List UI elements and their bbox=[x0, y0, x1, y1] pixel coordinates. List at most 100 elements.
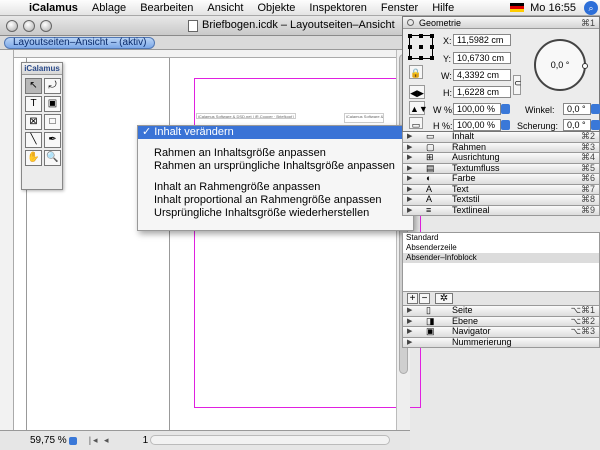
page-nav-arrows-icon[interactable]: |◂ ◂ bbox=[89, 435, 111, 446]
add-style-button[interactable]: + bbox=[407, 293, 418, 304]
vertical-ruler[interactable] bbox=[0, 50, 14, 430]
shear-dropdown-icon[interactable] bbox=[591, 120, 600, 130]
disclosure-triangle-icon[interactable]: ▶ bbox=[407, 164, 412, 173]
horizontal-ruler[interactable] bbox=[14, 50, 396, 58]
pen-tool-icon[interactable]: ✒ bbox=[44, 132, 61, 148]
scale-height-dropdown-icon[interactable] bbox=[501, 120, 510, 130]
inspector-palette-list: ▶ ▭ Inhalt ⌘2 ▶ ▢ Rahmen ⌘3 ▶ ⊞ Ausrichtung ⌘4 ▶ ▤ Tex… bbox=[402, 132, 600, 216]
horizontal-scrollbar[interactable] bbox=[150, 435, 390, 445]
menu-hilfe[interactable]: Hilfe bbox=[425, 2, 461, 14]
scale-width-dropdown-icon[interactable] bbox=[501, 104, 510, 114]
disclosure-triangle-icon[interactable]: ▶ bbox=[407, 306, 412, 315]
popup-menu-item[interactable]: Inhalt an Rahmengröße anpassen bbox=[138, 181, 413, 194]
x-position-input[interactable]: 11,5982 cm bbox=[453, 34, 511, 46]
dial-handle-icon[interactable] bbox=[582, 63, 588, 69]
minimize-window-button[interactable] bbox=[23, 20, 35, 32]
palette-row-nummerierung[interactable]: ▶ Nummerierung bbox=[402, 337, 600, 348]
geometry-palette-title[interactable]: Geometrie ⌘1 bbox=[403, 17, 599, 29]
zoom-tool-icon[interactable]: 🔍 bbox=[44, 150, 61, 166]
angle-dropdown-icon[interactable] bbox=[591, 104, 600, 114]
proportion-menu-icon[interactable]: ▭ bbox=[409, 117, 423, 130]
palette-row-ausrichtung[interactable]: ▶ ⊞ Ausrichtung ⌘4 bbox=[402, 153, 600, 164]
remove-style-button[interactable]: − bbox=[419, 293, 430, 304]
tool-palette-title[interactable]: iCalamus bbox=[22, 63, 62, 75]
palette-name: Textstil bbox=[452, 194, 480, 204]
disclosure-triangle-icon[interactable]: ▶ bbox=[407, 317, 412, 326]
lock-icon[interactable]: 🔒 bbox=[409, 65, 423, 79]
scale-height-input[interactable]: 100,00 % bbox=[453, 119, 501, 131]
palette-row-inhalt[interactable]: ▶ ▭ Inhalt ⌘2 bbox=[402, 132, 600, 143]
palette-shortcut: ⌘3 bbox=[580, 141, 595, 152]
menu-inspektoren[interactable]: Inspektoren bbox=[302, 2, 373, 14]
menu-app-name[interactable]: iCalamus bbox=[22, 2, 85, 14]
popup-menu-item[interactable]: Rahmen an ursprüngliche Inhaltsgröße anp… bbox=[138, 160, 413, 173]
rect-tool-icon[interactable]: □ bbox=[44, 114, 61, 130]
menu-bearbeiten[interactable]: Bearbeiten bbox=[133, 2, 200, 14]
menu-fenster[interactable]: Fenster bbox=[374, 2, 425, 14]
style-list-item[interactable]: Absenderzeile bbox=[403, 243, 599, 253]
disclosure-triangle-icon[interactable]: ▶ bbox=[407, 143, 412, 152]
y-position-input[interactable]: 10,6730 cm bbox=[453, 52, 511, 64]
frame-tool-icon[interactable]: ⊠ bbox=[25, 114, 42, 130]
palette-row-navigator[interactable]: ▶ ▣ Navigator ⌥⌘3 bbox=[402, 327, 600, 338]
height-input[interactable]: 1,6228 cm bbox=[453, 86, 511, 98]
disclosure-triangle-icon[interactable]: ▶ bbox=[407, 132, 412, 141]
zoom-field[interactable]: 59,75 % bbox=[30, 435, 67, 446]
popup-menu-item[interactable]: Rahmen an Inhaltsgröße anpassen bbox=[138, 147, 413, 160]
letterhead-text-frame[interactable]: iCalamus Software & DSD.net | iR.Cooper … bbox=[196, 113, 296, 119]
style-list-item[interactable]: Standard bbox=[403, 233, 599, 243]
disclosure-triangle-icon[interactable]: ▶ bbox=[407, 195, 412, 204]
flip-horizontal-icon[interactable]: ◀▶ bbox=[409, 85, 425, 99]
disclosure-triangle-icon[interactable]: ▶ bbox=[407, 338, 412, 347]
close-palette-button[interactable] bbox=[407, 19, 414, 26]
popup-menu-item[interactable]: ✓ Inhalt verändern bbox=[138, 126, 413, 139]
style-list-item[interactable]: Absender–Infoblock bbox=[403, 253, 599, 263]
input-language-flag-icon[interactable] bbox=[510, 3, 525, 12]
page-number[interactable]: 1 bbox=[143, 435, 149, 446]
popup-menu-item[interactable]: Inhalt proportional an Rahmengröße anpas… bbox=[138, 194, 413, 207]
rotate-tool-icon[interactable]: ⤾ bbox=[44, 78, 61, 94]
line-tool-icon[interactable]: ╲ bbox=[25, 132, 42, 148]
shear-input[interactable]: 0,0 ° bbox=[563, 119, 591, 131]
scale-width-input[interactable]: 100,00 % bbox=[453, 103, 501, 115]
arrow-tool-icon[interactable]: ↖ bbox=[25, 78, 42, 94]
palette-row-textlineal[interactable]: ▶ ≡ Textlineal ⌘9 bbox=[402, 205, 600, 216]
menu-ansicht[interactable]: Ansicht bbox=[200, 2, 250, 14]
menu-objekte[interactable]: Objekte bbox=[250, 2, 302, 14]
disclosure-triangle-icon[interactable]: ▶ bbox=[407, 206, 412, 215]
disclosure-triangle-icon[interactable]: ▶ bbox=[407, 185, 412, 194]
hand-tool-icon[interactable]: ✋ bbox=[25, 150, 42, 166]
menu-bar: iCalamus Ablage Bearbeiten Ansicht Objek… bbox=[0, 0, 600, 16]
layout-canvas[interactable]: iCalamus Software & DSD.net | iR.Cooper … bbox=[14, 58, 421, 430]
disclosure-triangle-icon[interactable]: ▶ bbox=[407, 174, 412, 183]
sender-text-frame[interactable]: iCalamus Software & DSD.net USt-Id · Kon… bbox=[344, 113, 384, 123]
layout-view-tab[interactable]: Layoutseiten–Ansicht – (aktiv) bbox=[4, 37, 156, 49]
chain-link-icon[interactable]: ⊂ bbox=[513, 75, 522, 95]
palette-row-textumfluss[interactable]: ▶ ▤ Textumfluss ⌘5 bbox=[402, 163, 600, 174]
angle-input[interactable]: 0,0 ° bbox=[563, 103, 591, 115]
popup-menu-item[interactable]: Ursprüngliche Inhaltsgröße wiederherstel… bbox=[138, 207, 413, 220]
document-proxy-icon[interactable] bbox=[188, 20, 198, 32]
palette-row-farbe[interactable]: ▶ ◐ Farbe ⌘6 bbox=[402, 174, 600, 185]
palette-shortcut: ⌥⌘2 bbox=[570, 315, 595, 326]
window-titlebar[interactable]: Briefbogen.icdk – Layoutseiten–Ansicht bbox=[0, 16, 409, 36]
width-input[interactable]: 4,3392 cm bbox=[453, 69, 511, 81]
close-window-button[interactable] bbox=[6, 20, 18, 32]
reference-point-icon[interactable] bbox=[408, 34, 434, 60]
zoom-window-button[interactable] bbox=[40, 20, 52, 32]
menubar-clock[interactable]: Mo 16:55 bbox=[530, 2, 584, 14]
disclosure-triangle-icon[interactable]: ▶ bbox=[407, 153, 412, 162]
disclosure-triangle-icon[interactable]: ▶ bbox=[407, 327, 412, 336]
zoom-dropdown-icon[interactable] bbox=[68, 436, 77, 445]
menu-ablage[interactable]: Ablage bbox=[85, 2, 133, 14]
x-label: X: bbox=[443, 36, 452, 46]
flip-vertical-icon[interactable]: ▲▼ bbox=[409, 101, 428, 115]
spotlight-icon[interactable]: ⌕ bbox=[584, 0, 598, 15]
palette-row-seite[interactable]: ▶ ▯ Seite ⌥⌘1 bbox=[402, 306, 600, 317]
palette-row-textstil[interactable]: ▶ A Textstil ⌘8 bbox=[402, 195, 600, 206]
rotation-dial[interactable]: 0,0 ° bbox=[534, 39, 588, 91]
image-tool-icon[interactable]: ▣ bbox=[44, 96, 61, 112]
paragraph-style-list[interactable]: Standard Absenderzeile Absender–Infoblock bbox=[402, 232, 600, 292]
style-gear-button[interactable]: ✲ bbox=[435, 293, 453, 304]
text-tool-icon[interactable]: T bbox=[25, 96, 42, 112]
